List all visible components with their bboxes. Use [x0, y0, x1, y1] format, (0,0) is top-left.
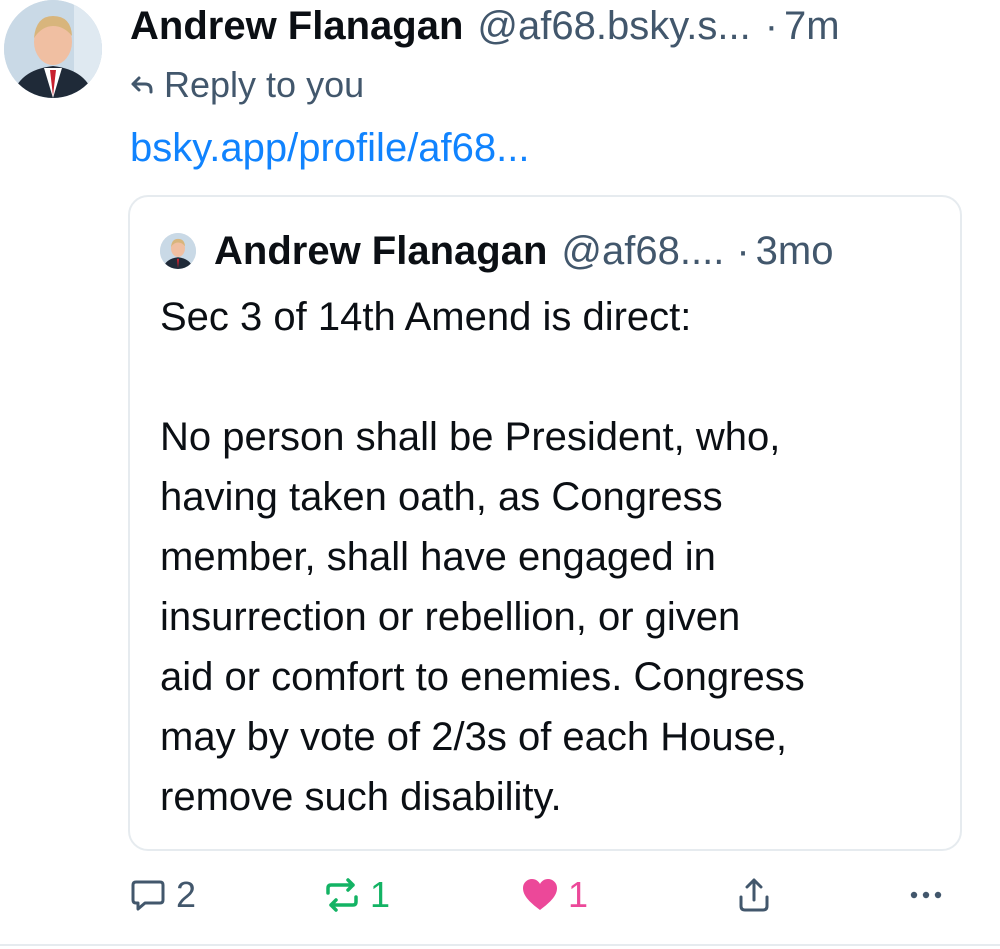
author-handle[interactable]: @af68.bsky.s...	[477, 2, 750, 50]
quote-header: Andrew Flanagan @af68.... · 3mo	[160, 225, 940, 277]
quote-separator-dot: ·	[736, 228, 750, 273]
post-time[interactable]: 7m	[784, 2, 840, 50]
quote-author-name: Andrew Flanagan	[214, 228, 548, 273]
repost-button[interactable]: 1	[322, 870, 390, 920]
like-button[interactable]: 1	[520, 870, 588, 920]
post-header: Andrew Flanagan @af68.bsky.s... · 7m	[130, 2, 980, 50]
post-actions: 2 1 1	[128, 870, 958, 920]
author-avatar[interactable]	[4, 0, 102, 98]
separator-dot: ·	[764, 4, 779, 48]
author-name[interactable]: Andrew Flanagan	[130, 2, 463, 50]
post-divider	[0, 944, 1000, 946]
reply-arrow-icon	[130, 73, 154, 97]
share-button[interactable]	[734, 870, 774, 920]
quote-avatar	[160, 233, 196, 269]
quote-body-text: Sec 3 of 14th Amend is direct: No person…	[160, 295, 805, 819]
more-options-button[interactable]	[906, 870, 946, 920]
like-count: 1	[568, 874, 589, 915]
quote-author-handle: @af68....	[561, 228, 725, 273]
reply-icon	[131, 880, 165, 911]
quote-avatar-photo-icon	[160, 233, 196, 269]
more-icon	[910, 891, 942, 899]
reply-count: 2	[176, 874, 197, 915]
reply-indicator: Reply to you	[130, 64, 364, 106]
repost-icon	[326, 878, 358, 912]
avatar-photo-icon	[4, 0, 102, 98]
quote-time: 3mo	[755, 228, 834, 273]
post-link[interactable]: bsky.app/profile/af68...	[130, 120, 530, 176]
share-icon	[739, 878, 769, 912]
repost-count: 1	[370, 874, 391, 915]
quoted-post[interactable]: Andrew Flanagan @af68.... · 3mo Sec 3 of…	[128, 195, 962, 851]
reply-text: Reply to you	[164, 64, 365, 105]
heart-icon	[523, 879, 557, 910]
reply-button[interactable]: 2	[128, 870, 196, 920]
